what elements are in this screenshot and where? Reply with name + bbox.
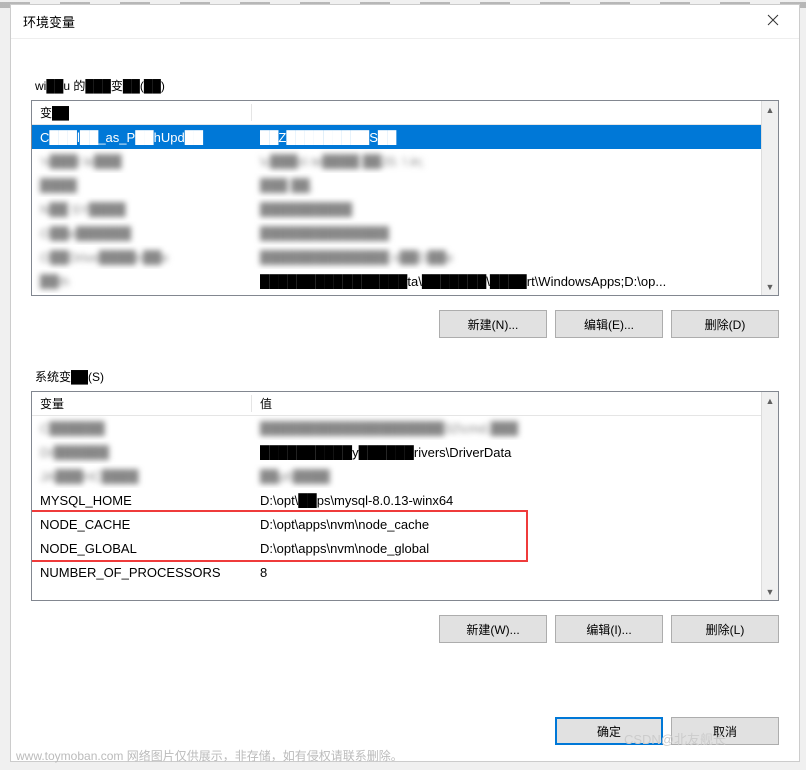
table-row[interactable]: O██Drive████n██e ██████████████ n██D██e [32,245,778,269]
scroll-up-icon[interactable]: ▲ [762,101,778,118]
system-delete-button[interactable]: 删除(L) [671,615,779,643]
env-vars-dialog: 环境变量 wi██u 的███变██(██) 变██ C███l██_as_P█… [10,4,800,762]
system-new-button[interactable]: 新建(W)... [439,615,547,643]
title-bar: 环境变量 [11,5,799,39]
user-vars-list[interactable]: 变██ C███l██_as_P██hUpd██ ██Z█████████S██… [31,100,779,296]
table-row[interactable]: ████ ███ ██. [32,173,778,197]
table-row[interactable]: N██ SY████ ██████████ [32,197,778,221]
user-delete-button[interactable]: 删除(D) [671,310,779,338]
system-list-header: 变量 值 [32,392,778,416]
close-icon [767,14,779,26]
scroll-down-icon[interactable]: ▼ [762,583,778,600]
dialog-title: 环境变量 [23,12,75,31]
user-list-header: 变██ [32,101,778,125]
user-edit-button[interactable]: 编辑(E)... [555,310,663,338]
table-row[interactable]: NUMBER_OF_PROCESSORS 8 [32,560,778,584]
system-vars-section: 系统变██(S) 变量 值 C██████ ██████████████████… [31,368,779,643]
table-row[interactable]: NODE_CACHE D:\opt\apps\nvm\node_cache [32,512,778,536]
table-row[interactable]: C███l██_as_P██hUpd██ ██Z█████████S██ [32,125,778,149]
system-scrollbar[interactable]: ▲ ▼ [761,392,778,600]
user-button-row: 新建(N)... 编辑(E)... 删除(D) [31,310,779,338]
watermark-right: CSDN@北友舰长 [624,729,726,748]
table-row[interactable]: ██th ████████████████ta\███████\████rt\W… [32,269,778,293]
table-row[interactable]: JA███HC████ ██pt\████ [32,464,778,488]
system-vars-list[interactable]: 变量 值 C██████ ████████████████████32\cmd.… [31,391,779,601]
table-row[interactable]: O██e██████ ██████████████ [32,221,778,245]
table-row[interactable]: C██████ ████████████████████32\cmd.███ [32,416,778,440]
system-header-value[interactable]: 值 [252,395,778,412]
table-row[interactable]: MYSQL_HOME D:\opt\██ps\mysql-8.0.13-winx… [32,488,778,512]
scroll-up-icon[interactable]: ▲ [762,392,778,409]
system-vars-label: 系统变██(S) [31,368,779,391]
user-header-name[interactable]: 变██ [32,104,252,121]
close-button[interactable] [753,6,793,34]
user-new-button[interactable]: 新建(N)... [439,310,547,338]
watermark-left: www.toymoban.com 网络图片仅供展示，非存储，如有侵权请联系删除。 [16,747,403,764]
table-row[interactable]: NODE_GLOBAL D:\opt\apps\nvm\node_global [32,536,778,560]
system-header-name[interactable]: 变量 [32,395,252,412]
table-row[interactable]: 'n███l le███ \c███s\ te████ ██20. \ in; [32,149,778,173]
system-button-row: 新建(W)... 编辑(I)... 删除(L) [31,615,779,643]
user-scrollbar[interactable]: ▲ ▼ [761,101,778,295]
user-vars-section: wi██u 的███变██(██) 变██ C███l██_as_P██hUpd… [31,77,779,338]
user-vars-label: wi██u 的███变██(██) [31,77,779,100]
system-edit-button[interactable]: 编辑(I)... [555,615,663,643]
scroll-down-icon[interactable]: ▼ [762,278,778,295]
table-row[interactable]: Dr██████ ██████████y██████rivers\DriverD… [32,440,778,464]
